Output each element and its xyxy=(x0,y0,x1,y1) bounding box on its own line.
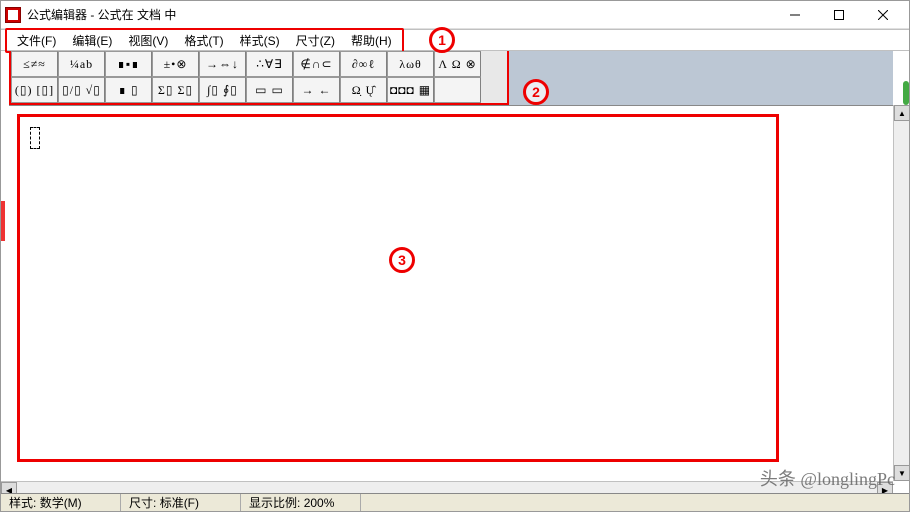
equation-canvas[interactable] xyxy=(17,114,779,462)
palette-arrows-icon[interactable]: →⇔↓ xyxy=(199,51,246,77)
palette-spaces-icon[interactable]: ¼ab xyxy=(58,51,105,77)
menu-help[interactable]: 帮助(H) xyxy=(343,30,400,51)
menu-size[interactable]: 尺寸(Z) xyxy=(288,30,343,51)
status-style: 样式: 数学(M) xyxy=(1,494,121,511)
crop-edge-right xyxy=(903,81,909,105)
toolbar-row-1: ≤≠≈ ¼ab ∎▪∎ ±•⊗ →⇔↓ ∴∀∃ ∉∩⊂ ∂∞ℓ λωθ Λ Ω … xyxy=(11,51,507,77)
status-style-label: 样式: xyxy=(9,494,36,511)
editor-viewport xyxy=(9,105,893,481)
status-zoom-label: 显示比例: xyxy=(249,494,300,511)
insertion-slot xyxy=(30,127,40,149)
status-style-value: 数学(M) xyxy=(40,494,82,511)
menu-bar: 文件(F) 编辑(E) 视图(V) 格式(T) 样式(S) 尺寸(Z) 帮助(H… xyxy=(1,29,909,51)
minimize-button[interactable] xyxy=(773,1,817,29)
status-size: 尺寸: 标准(F) xyxy=(121,494,241,511)
template-subsup-icon[interactable]: ∎ ▯ xyxy=(105,77,152,103)
watermark: 头条 @longlingPc xyxy=(760,465,895,491)
palette-logic-icon[interactable]: ∴∀∃ xyxy=(246,51,293,77)
status-zoom: 显示比例: 200% xyxy=(241,494,361,511)
template-products-icon[interactable]: Ω̣ Ų̂ xyxy=(340,77,387,103)
status-bar: 样式: 数学(M) 尺寸: 标准(F) 显示比例: 200% xyxy=(1,493,909,511)
scroll-down-icon[interactable]: ▼ xyxy=(894,465,910,481)
close-button[interactable] xyxy=(861,1,905,29)
palette-set-icon[interactable]: ∉∩⊂ xyxy=(293,51,340,77)
toolbar-row-2: (▯) [▯] ▯/▯ √▯ ∎ ▯ Σ▯ Σ▯ ∫▯ ∮▯ ▭ ▭ → ← Ω… xyxy=(11,77,507,103)
palette-operators-icon[interactable]: ±•⊗ xyxy=(152,51,199,77)
template-label-arrows-icon[interactable]: → ← xyxy=(293,77,340,103)
scroll-up-icon[interactable]: ▲ xyxy=(894,105,910,121)
status-size-value: 标准(F) xyxy=(160,494,199,511)
template-blank-icon[interactable] xyxy=(434,77,481,103)
template-integrals-icon[interactable]: ∫▯ ∮▯ xyxy=(199,77,246,103)
crop-edge-left xyxy=(1,201,5,241)
template-bars-icon[interactable]: ▭ ▭ xyxy=(246,77,293,103)
template-fractions-icon[interactable]: ▯/▯ √▯ xyxy=(58,77,105,103)
menu-edit[interactable]: 编辑(E) xyxy=(64,30,120,51)
vertical-scrollbar[interactable]: ▲ ▼ xyxy=(893,105,909,481)
template-fences-icon[interactable]: (▯) [▯] xyxy=(11,77,58,103)
palette-misc-icon[interactable]: ∂∞ℓ xyxy=(340,51,387,77)
palette-embellish-icon[interactable]: ∎▪∎ xyxy=(105,51,152,77)
template-sums-icon[interactable]: Σ▯ Σ▯ xyxy=(152,77,199,103)
toolbar-spacer xyxy=(481,51,507,77)
menu-view[interactable]: 视图(V) xyxy=(120,30,176,51)
status-zoom-value: 200% xyxy=(304,496,335,510)
menu-file[interactable]: 文件(F) xyxy=(9,30,64,51)
toolbar-background xyxy=(509,51,893,105)
toolbar-spacer xyxy=(481,77,507,103)
palette-greek-upper-icon[interactable]: Λ Ω ⊗ xyxy=(434,51,481,77)
title-bar: 公式编辑器 - 公式在 文档 中 xyxy=(1,1,909,29)
maximize-button[interactable] xyxy=(817,1,861,29)
palette-greek-lower-icon[interactable]: λωθ xyxy=(387,51,434,77)
window-title: 公式编辑器 - 公式在 文档 中 xyxy=(27,6,773,23)
menu-format[interactable]: 格式(T) xyxy=(176,30,231,51)
menu-bar-highlight: 文件(F) 编辑(E) 视图(V) 格式(T) 样式(S) 尺寸(Z) 帮助(H… xyxy=(5,28,404,53)
palette-relations-icon[interactable]: ≤≠≈ xyxy=(11,51,58,77)
menu-style[interactable]: 样式(S) xyxy=(232,30,288,51)
app-icon xyxy=(5,7,21,23)
window-controls xyxy=(773,1,905,29)
scroll-track[interactable] xyxy=(894,121,909,465)
status-size-label: 尺寸: xyxy=(129,494,156,511)
template-matrix-icon[interactable]: ◘◘◘ ▦ xyxy=(387,77,434,103)
symbol-toolbar: ≤≠≈ ¼ab ∎▪∎ ±•⊗ →⇔↓ ∴∀∃ ∉∩⊂ ∂∞ℓ λωθ Λ Ω … xyxy=(9,51,509,105)
